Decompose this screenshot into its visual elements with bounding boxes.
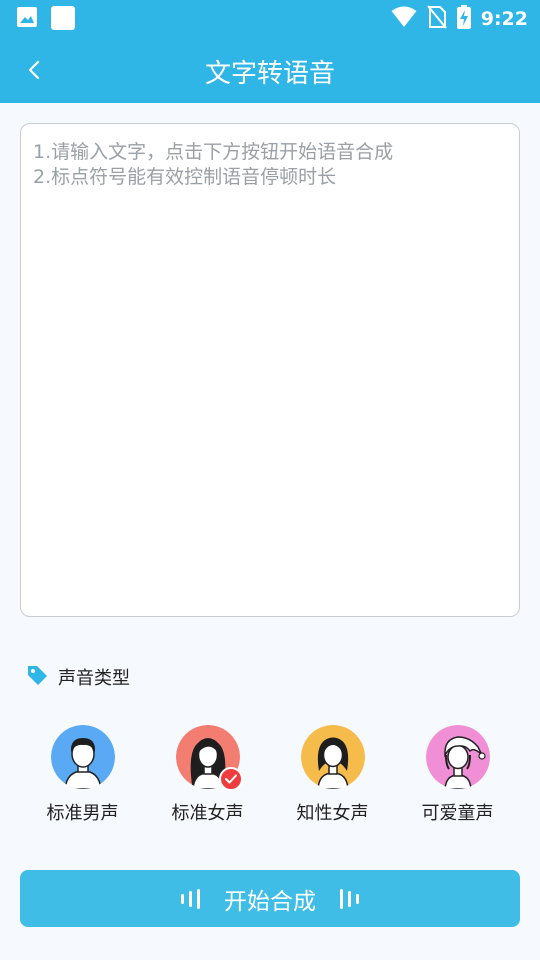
status-bar: 9:22 <box>0 0 540 36</box>
sound-wave-left-icon <box>181 888 200 909</box>
section-title: 声音类型 <box>58 668 130 689</box>
voice-type-header: 声音类型 <box>26 664 130 690</box>
voice-label: 可爱童声 <box>421 803 494 824</box>
battery-charging-icon <box>456 5 471 33</box>
app-bar: 文字转语音 <box>0 36 540 103</box>
voice-options: 标准男声 标准女声 知性女声 可爱童声 <box>20 725 520 825</box>
page-title: 文字转语音 <box>204 59 335 89</box>
child-avatar-icon <box>425 725 490 789</box>
status-time: 9:22 <box>480 8 528 30</box>
text-input-box <box>20 123 520 617</box>
no-sim-icon <box>426 5 447 33</box>
app-notification-icon <box>50 6 76 36</box>
wifi-icon <box>391 6 417 32</box>
selected-check-icon <box>218 767 243 791</box>
start-synthesis-label: 开始合成 <box>224 888 316 915</box>
male-avatar-icon <box>50 725 115 789</box>
tag-icon <box>26 664 48 690</box>
start-synthesis-button[interactable]: 开始合成 <box>20 870 520 927</box>
voice-option-standard-male[interactable]: 标准男声 <box>20 725 145 825</box>
voice-label: 知性女声 <box>296 803 369 824</box>
voice-option-cute-child[interactable]: 可爱童声 <box>395 725 520 825</box>
gallery-notification-icon <box>16 6 38 36</box>
voice-label: 标准男声 <box>46 803 119 824</box>
intellectual-female-avatar-icon <box>300 725 365 789</box>
voice-label: 标准女声 <box>171 803 244 824</box>
voice-option-intellectual-female[interactable]: 知性女声 <box>270 725 395 825</box>
sound-wave-right-icon <box>340 888 359 909</box>
text-input[interactable] <box>33 140 507 600</box>
voice-option-standard-female[interactable]: 标准女声 <box>145 725 270 825</box>
